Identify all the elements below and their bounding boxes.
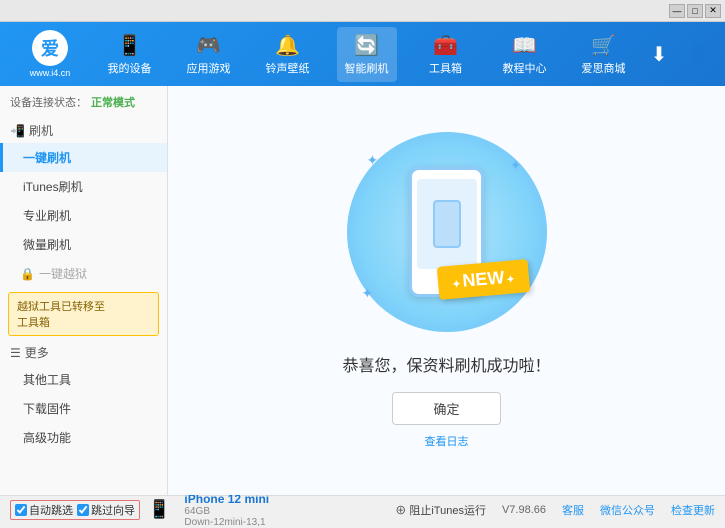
maximize-button[interactable]: □ (687, 4, 703, 18)
ringtones-icon: 🔔 (275, 33, 300, 58)
title-bar: — □ ✕ (0, 0, 725, 22)
new-badge: NEW (436, 259, 529, 300)
skip-wizard-option[interactable]: 跳过向导 (77, 502, 135, 518)
sparkle-tr: ✦ (510, 157, 522, 174)
sidebar: 设备连接状态： 正常模式 📲 刷机 一键刷机 iTunes刷机 专业刷机 微量刷… (0, 86, 168, 495)
sidebar-item-one-click-flash[interactable]: 一键刷机 (0, 143, 167, 172)
logo-url: www.i4.cn (30, 68, 71, 78)
sidebar-item-advanced-features[interactable]: 高级功能 (0, 423, 167, 452)
device-storage: 64GB (184, 506, 269, 517)
bottom-right: ⊕ 阻止iTunes运行 V7.98.66 客服 微信公众号 检查更新 (395, 502, 715, 518)
nav-tutorial-label: 教程中心 (503, 60, 547, 76)
device-status-bar: 设备连接状态： 正常模式 (0, 90, 167, 114)
apps-games-icon: 🎮 (196, 33, 221, 58)
skip-wizard-label: 跳过向导 (91, 502, 135, 518)
sidebar-item-other-tools[interactable]: 其他工具 (0, 365, 167, 394)
nav-smart-flash[interactable]: 🔄 智能刷机 (337, 27, 397, 82)
confirm-button[interactable]: 确定 (392, 392, 500, 425)
phone-screen (417, 179, 477, 269)
shop-icon: 🛒 (591, 33, 616, 58)
device-icon: 📱 (148, 499, 170, 520)
toolbox-icon: 🧰 (433, 33, 458, 58)
wechat-public-link[interactable]: 微信公众号 (600, 502, 655, 518)
status-label: 设备连接状态： (10, 94, 87, 110)
phone-circle: ✦ ✦ ✦ NEW (347, 132, 547, 332)
view-log-link[interactable]: 查看日志 (425, 433, 469, 449)
nav-my-device[interactable]: 📱 我的设备 (100, 27, 160, 82)
sparkle-tl: ✦ (367, 152, 379, 169)
jailbreak-warning-text: 越狱工具已转移至工具箱 (17, 301, 105, 329)
flash-group-label: 刷机 (29, 122, 53, 139)
sidebar-item-download-firmware[interactable]: 下载固件 (0, 394, 167, 423)
skip-wizard-checkbox[interactable] (77, 504, 89, 516)
nav-smart-flash-label: 智能刷机 (345, 60, 389, 76)
sidebar-group-more-header: ☰ 更多 (0, 340, 167, 365)
main-panel: ✦ ✦ ✦ NEW 恭喜您，保资料刷机成功啦！ 确定 查看日志 (168, 86, 725, 495)
nav-my-device-label: 我的设备 (108, 60, 152, 76)
nav-ringtones-label: 铃声壁纸 (266, 60, 310, 76)
nav-bar: 📱 我的设备 🎮 应用游戏 🔔 铃声壁纸 🔄 智能刷机 🧰 工具箱 📖 教程中心… (90, 27, 643, 82)
nav-apps-games[interactable]: 🎮 应用游戏 (179, 27, 239, 82)
sidebar-group-flash-header: 📲 刷机 (0, 118, 167, 143)
sidebar-item-data-flash[interactable]: 微量刷机 (0, 230, 167, 259)
success-message: 恭喜您，保资料刷机成功啦！ (342, 352, 550, 376)
phone-illustration: ✦ ✦ ✦ NEW (347, 132, 547, 332)
bottom-options-group: 自动跳选 跳过向导 (10, 500, 140, 520)
logo: 爱 www.i4.cn (10, 29, 90, 79)
nav-shop[interactable]: 🛒 爱思商城 (574, 27, 634, 82)
nav-toolbox-label: 工具箱 (429, 60, 462, 76)
device-info: iPhone 12 mini 64GB Down-12mini-13,1 (184, 492, 269, 528)
my-device-icon: 📱 (117, 33, 142, 58)
device-firmware: Down-12mini-13,1 (184, 517, 269, 528)
nav-ringtones[interactable]: 🔔 铃声壁纸 (258, 27, 318, 82)
auto-jump-label: 自动跳选 (29, 502, 73, 518)
close-button[interactable]: ✕ (705, 4, 721, 18)
more-group-label: 更多 (25, 344, 49, 361)
user-button[interactable]: 👤 (683, 38, 715, 70)
jailbreak-group-label: 一键越狱 (39, 265, 87, 282)
stop-itunes-button[interactable]: ⊕ 阻止iTunes运行 (395, 502, 486, 518)
version-label: V7.98.66 (502, 504, 546, 516)
sparkle-bl: ✦ (362, 285, 374, 302)
jailbreak-lock-icon: 🔒 (20, 267, 35, 281)
header: 爱 www.i4.cn 📱 我的设备 🎮 应用游戏 🔔 铃声壁纸 🔄 智能刷机 … (0, 22, 725, 86)
nav-toolbox[interactable]: 🧰 工具箱 (416, 27, 476, 82)
tutorial-icon: 📖 (512, 33, 537, 58)
check-update-link[interactable]: 检查更新 (671, 502, 715, 518)
nav-apps-games-label: 应用游戏 (187, 60, 231, 76)
auto-jump-option[interactable]: 自动跳选 (15, 502, 73, 518)
more-group-icon: ☰ (10, 346, 21, 360)
sidebar-item-pro-flash[interactable]: 专业刷机 (0, 201, 167, 230)
download-button[interactable]: ⬇ (643, 38, 675, 70)
logo-icon: 爱 (32, 30, 68, 66)
main-content: 设备连接状态： 正常模式 📲 刷机 一键刷机 iTunes刷机 专业刷机 微量刷… (0, 86, 725, 495)
sidebar-group-jailbreak-header: 🔒 一键越狱 (0, 259, 167, 288)
minimize-button[interactable]: — (669, 4, 685, 18)
customer-service-link[interactable]: 客服 (562, 502, 584, 518)
nav-shop-label: 爱思商城 (582, 60, 626, 76)
status-value: 正常模式 (91, 94, 135, 110)
sidebar-item-itunes-flash[interactable]: iTunes刷机 (0, 172, 167, 201)
nav-tutorial[interactable]: 📖 教程中心 (495, 27, 555, 82)
header-right: ⬇ 👤 (643, 38, 715, 70)
flash-group-icon: 📲 (10, 124, 25, 138)
jailbreak-warning: 越狱工具已转移至工具箱 (8, 292, 159, 336)
bottom-bar: 自动跳选 跳过向导 📱 iPhone 12 mini 64GB Down-12m… (0, 495, 725, 523)
smart-flash-icon: 🔄 (354, 33, 379, 58)
auto-jump-checkbox[interactable] (15, 504, 27, 516)
